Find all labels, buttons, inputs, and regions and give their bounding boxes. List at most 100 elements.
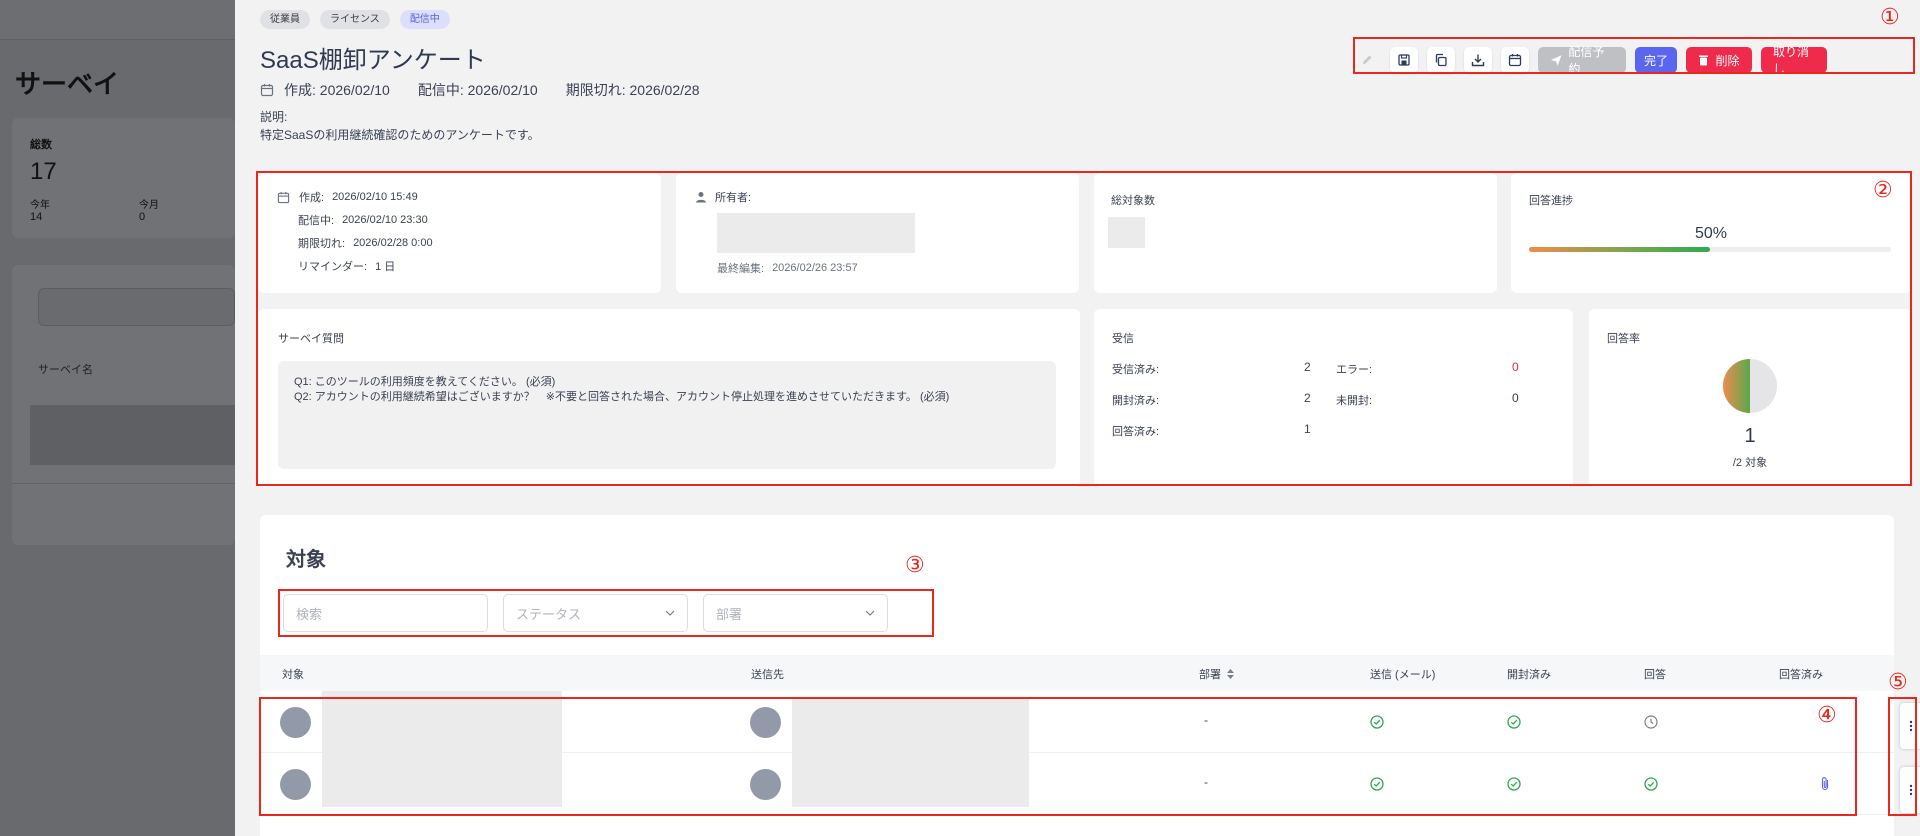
questions-card: サーベイ質問 Q1: このツールの利用頻度を教えてください。 (必須) Q2: …: [258, 309, 1080, 487]
questions-label: サーベイ質問: [278, 333, 344, 345]
complete-label: 完了: [1643, 53, 1668, 68]
receipt-label: 受信: [1112, 333, 1134, 345]
download-icon: [1471, 54, 1485, 67]
column-department-label: 部署: [1199, 669, 1221, 681]
delete-button[interactable]: 削除: [1686, 47, 1752, 73]
created-row: 作成: 2026/02/10 15:49: [277, 189, 418, 205]
column-opened[interactable]: 開封済み: [1507, 666, 1551, 682]
sort-icon: [1227, 669, 1234, 679]
chevron-down-icon: [665, 610, 675, 616]
status-select[interactable]: ステータス: [503, 594, 688, 632]
description-label: 説明:: [260, 110, 288, 124]
annotation-number-4: ④: [1817, 703, 1837, 728]
owner-label: 所有者:: [715, 192, 752, 204]
reminder-value: 1 日: [375, 261, 396, 273]
schedule-calendar-button[interactable]: [1501, 47, 1529, 73]
last-edit-row: 最終編集: 2026/02/26 23:57: [717, 260, 858, 276]
delete-label: 削除: [1715, 53, 1740, 68]
progress-percent: 50%: [1694, 225, 1728, 242]
edit-button[interactable]: [1353, 47, 1381, 73]
copy-button[interactable]: [1427, 47, 1455, 73]
opened-value: 2: [1304, 391, 1311, 405]
survey-meta: 作成: 2026/02/10 配信中: 2026/02/10 期限切れ: 202…: [260, 80, 728, 100]
recipient-placeholder: [792, 699, 1029, 753]
target-name-placeholder: [322, 753, 562, 807]
user-icon: [696, 192, 706, 203]
background-list-panel: サーベイ名: [12, 265, 235, 545]
row-menu-button[interactable]: [1900, 703, 1920, 749]
received-label: 受信済み:: [1112, 364, 1160, 376]
background-total-label: 総数: [30, 139, 52, 151]
download-button[interactable]: [1464, 47, 1492, 73]
cancel-label: 取り消し: [1773, 45, 1810, 76]
target-name-placeholder: [322, 691, 562, 753]
tag-license: ライセンス: [320, 10, 390, 29]
column-answered-done[interactable]: 回答済み: [1779, 666, 1823, 682]
search-input[interactable]: 検索: [283, 594, 488, 632]
kebab-menu-icon: [1909, 784, 1913, 796]
background-table-row: [30, 405, 235, 465]
trash-icon: [1699, 55, 1709, 66]
reminder-row: リマインダー: 1 日: [298, 258, 395, 274]
background-total-value: 17: [30, 158, 57, 185]
annotation-number-1: ①: [1880, 5, 1900, 30]
cancel-button[interactable]: 取り消し: [1761, 45, 1827, 76]
paperclip-icon[interactable]: [1819, 776, 1831, 792]
department-value: -: [1204, 775, 1208, 789]
calendar-icon: [260, 84, 274, 97]
pie-answered-slice: [1723, 359, 1750, 413]
row-menu-button[interactable]: [1900, 767, 1920, 813]
column-target[interactable]: 対象: [282, 666, 304, 682]
error-value: 0: [1512, 360, 1519, 374]
distributing-row: 配信中: 2026/02/10 23:30: [298, 212, 428, 228]
check-circle-icon: [1370, 715, 1384, 729]
response-rate-pie: [1723, 359, 1777, 413]
unopened-value: 0: [1512, 391, 1519, 405]
schedule-distribution-button[interactable]: 配信予約: [1538, 45, 1626, 76]
response-rate-label: 回答率: [1607, 333, 1640, 345]
column-department[interactable]: 部署: [1199, 666, 1234, 682]
department-select[interactable]: 部署: [703, 594, 888, 632]
created-label: 作成:: [299, 192, 325, 204]
schedule-distribution-label: 配信予約: [1568, 45, 1605, 76]
table-row[interactable]: -: [260, 753, 1894, 815]
last-edit-value: 2026/02/26 23:57: [772, 262, 858, 274]
avatar: [280, 707, 311, 738]
copy-icon: [1435, 53, 1447, 67]
progress-bar-fill: [1529, 247, 1710, 252]
edit-icon: [1363, 55, 1372, 64]
clock-icon: [1644, 715, 1658, 729]
status-placeholder: ステータス: [516, 606, 582, 622]
background-header: [0, 0, 235, 40]
response-rate-card: 回答率 1 /2 対象: [1589, 309, 1911, 487]
background-search-input: [38, 288, 235, 326]
progress-label: 回答進捗: [1529, 195, 1573, 207]
targets-section: 対象 検索 ステータス 部署 対象 送信先 部署 送信 (メール) 開封済み 回…: [260, 515, 1894, 836]
send-icon: [1550, 54, 1562, 66]
calendar-icon: [1508, 54, 1522, 67]
total-targets-label: 総対象数: [1111, 195, 1155, 207]
column-recipient[interactable]: 送信先: [751, 666, 784, 682]
table-row[interactable]: -: [260, 691, 1894, 753]
answered-label: 回答済み:: [1112, 426, 1160, 438]
progress-bar: [1529, 247, 1891, 252]
opened-label: 開封済み:: [1112, 395, 1160, 407]
column-sent-email[interactable]: 送信 (メール): [1370, 666, 1435, 682]
description-text: 特定SaaSの利用継続確認のためのアンケートです。: [260, 128, 540, 142]
dates-card: 作成: 2026/02/10 15:49 配信中: 2026/02/10 23:…: [258, 173, 661, 293]
annotation-number-5: ⑤: [1888, 670, 1908, 695]
background-year-value: 14: [30, 211, 43, 223]
check-circle-icon: [1507, 715, 1521, 729]
save-button[interactable]: [1390, 47, 1418, 73]
distributing-value: 2026/02/10 23:30: [342, 214, 428, 226]
last-edit-label: 最終編集:: [717, 263, 765, 275]
search-placeholder: 検索: [296, 606, 323, 622]
receipt-card: 受信 受信済み: 2 開封済み: 2 回答済み: 1 エラー: 0 未開封: 0: [1094, 309, 1573, 487]
progress-card: 回答進捗 50%: [1511, 173, 1911, 293]
total-targets-placeholder: [1108, 217, 1145, 248]
background-year-label: 今年: [30, 200, 50, 211]
complete-button[interactable]: 完了: [1635, 47, 1677, 73]
column-answered[interactable]: 回答: [1644, 666, 1666, 682]
error-label: エラー:: [1336, 364, 1373, 376]
total-targets-card: 総対象数: [1094, 173, 1497, 293]
